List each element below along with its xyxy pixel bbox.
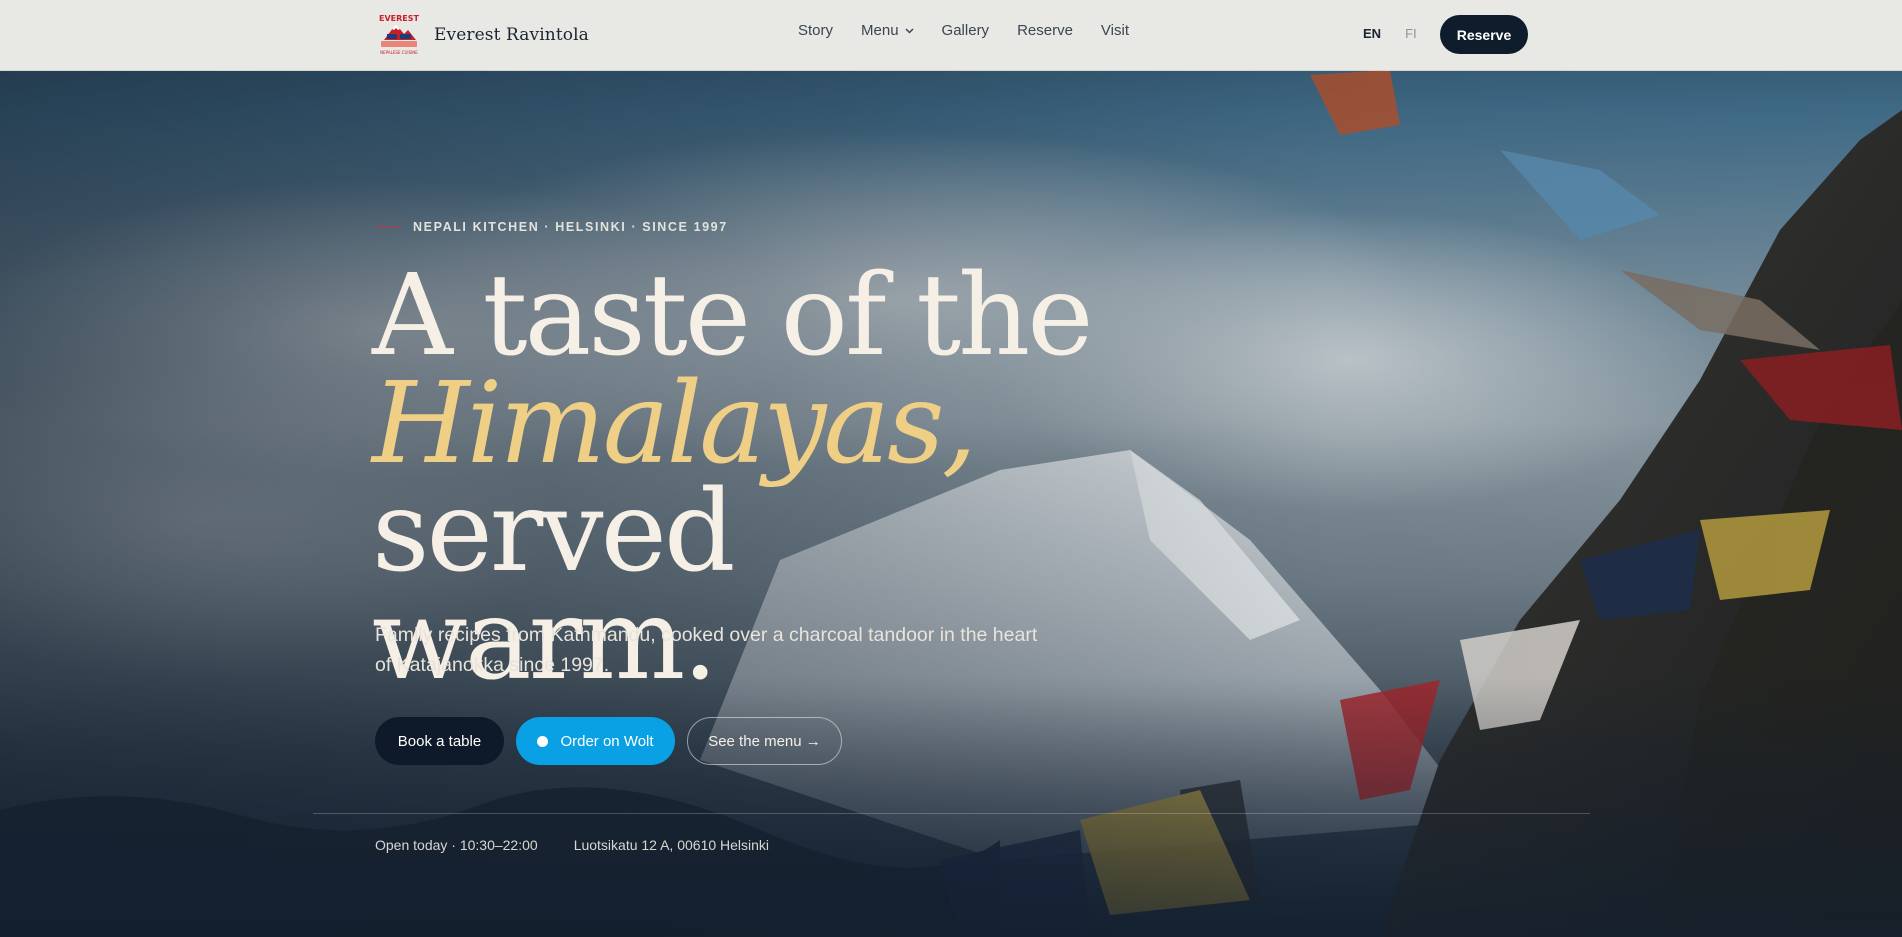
nav-menu[interactable]: Menu (861, 22, 914, 39)
see-menu-button[interactable]: See the menu → (687, 717, 842, 765)
lang-en[interactable]: EN (1363, 26, 1381, 41)
brand-name: Everest Ravintola (434, 25, 589, 45)
nav-reserve[interactable]: Reserve (1017, 22, 1073, 39)
nav-gallery-label: Gallery (941, 22, 990, 39)
nav-story[interactable]: Story (798, 22, 833, 39)
nav-visit-label: Visit (1100, 22, 1129, 39)
wolt-dot-icon (537, 735, 549, 747)
nav-visit[interactable]: Visit (1101, 22, 1129, 39)
eyebrow-rule (375, 226, 401, 228)
nav-story-label: Story (798, 22, 834, 39)
hero-cta-group: Book a table Order on Wolt See the menu … (375, 717, 842, 765)
lang-fi[interactable]: FI (1405, 26, 1417, 41)
chevron-down-icon (905, 27, 914, 34)
eyebrow-text: NEPALI KITCHEN · HELSINKI · SINCE 1997 (413, 220, 728, 234)
address: Luotsikatu 12 A, 00610 Helsinki (573, 837, 770, 853)
hero-shade-bottom (0, 677, 1902, 937)
hero-divider (313, 813, 1590, 814)
reserve-button[interactable]: Reserve (1440, 15, 1528, 54)
logo-bottom-text: NEPALESE CUISINE (380, 50, 418, 55)
main-nav: Story Menu Gallery Reserve Visit (798, 22, 1157, 39)
language-switcher: EN FI (1363, 26, 1417, 41)
nav-gallery[interactable]: Gallery (942, 22, 990, 39)
book-table-button[interactable]: Book a table (375, 717, 504, 765)
logo-top-text: EVEREST (379, 14, 420, 23)
brand-home-link[interactable]: EVEREST NEPALESE CUISINE Everest Ravinto… (374, 10, 589, 60)
nav-reserve-label: Reserve (1017, 22, 1073, 39)
opening-hours: Open today · 10:30–22:00 (375, 837, 538, 853)
nav-menu-label: Menu (861, 22, 899, 39)
order-wolt-label: Order on Wolt (560, 732, 654, 750)
order-wolt-button[interactable]: Order on Wolt (516, 717, 675, 765)
everest-logo-icon: EVEREST NEPALESE CUISINE (374, 10, 424, 60)
hero-lede: Family recipes from Kathmandu, cooked ov… (375, 624, 1038, 676)
hero-eyebrow: NEPALI KITCHEN · HELSINKI · SINCE 1997 (375, 220, 728, 234)
site-header: EVEREST NEPALESE CUISINE Everest Ravinto… (0, 0, 1902, 71)
hero-meta: Open today · 10:30–22:00 Luotsikatu 12 A… (375, 837, 769, 853)
